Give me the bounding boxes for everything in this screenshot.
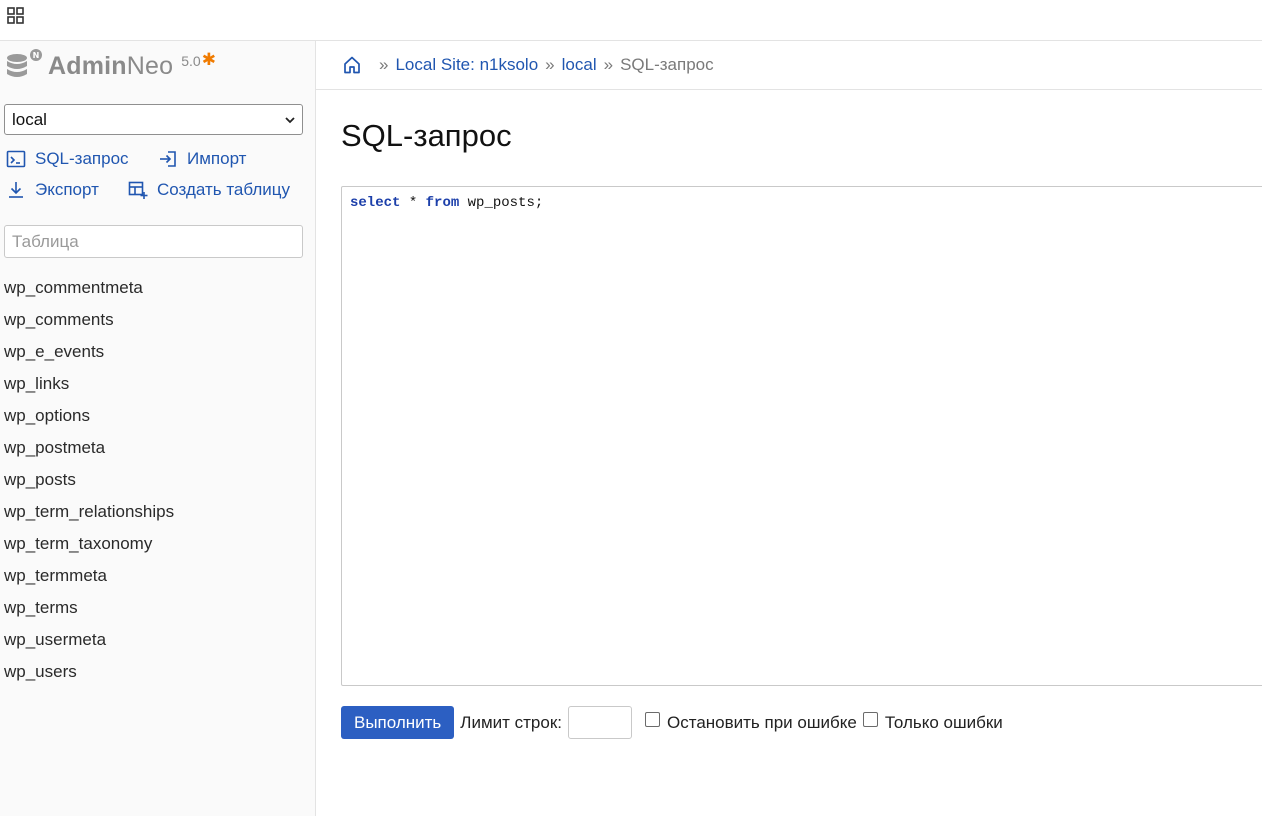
download-icon: [9, 182, 23, 198]
sql-editor[interactable]: select * from wp_posts;: [341, 186, 1262, 686]
query-controls: Выполнить Лимит строк: Остановить при ош…: [341, 706, 1003, 739]
stop-on-error-checkbox[interactable]: Остановить при ошибке: [645, 712, 857, 733]
sql-query-link[interactable]: SQL-запрос: [6, 149, 129, 169]
database-select-value: local: [12, 109, 47, 129]
chevron-down-icon: [285, 117, 295, 124]
version-mark: ✱: [201, 50, 216, 69]
sql-keyword: select: [350, 195, 401, 211]
main-content: » Local Site: n1ksolo » local » SQL-запр…: [316, 40, 1262, 816]
limit-label: Лимит строк:: [460, 712, 562, 732]
breadcrumb-current: SQL-запрос: [620, 55, 714, 74]
table-list: wp_commentmeta wp_comments wp_e_events w…: [4, 274, 174, 690]
breadcrumb: » Local Site: n1ksolo » local » SQL-запр…: [316, 40, 1262, 90]
breadcrumb-separator: »: [545, 55, 555, 74]
execute-button[interactable]: Выполнить: [341, 706, 455, 739]
table-item-wp-options[interactable]: wp_options: [4, 402, 174, 434]
table-item-wp-term-relationships[interactable]: wp_term_relationships: [4, 498, 174, 530]
table-filter-input[interactable]: [4, 225, 303, 258]
brand-name: AdminNeo: [48, 52, 174, 80]
sql-text: *: [400, 195, 426, 211]
import-link[interactable]: Импорт: [158, 149, 246, 169]
table-item-wp-terms[interactable]: wp_terms: [4, 594, 174, 626]
breadcrumb-server-link[interactable]: Local Site: n1ksolo: [395, 55, 538, 75]
export-label: Экспорт: [35, 180, 99, 199]
database-select[interactable]: local: [4, 104, 303, 135]
breadcrumb-separator: »: [603, 55, 614, 74]
export-link[interactable]: Экспорт: [6, 180, 99, 200]
table-item-wp-commentmeta[interactable]: wp_commentmeta: [4, 274, 174, 306]
logo[interactable]: N AdminNeo 5.0 ✱: [6, 49, 216, 81]
table-item-wp-users[interactable]: wp_users: [4, 658, 174, 690]
table-item-wp-e-events[interactable]: wp_e_events: [4, 338, 174, 370]
sql-keyword: from: [425, 195, 460, 211]
apps-grid-icon[interactable]: [6, 6, 26, 26]
only-errors-checkbox[interactable]: Только ошибки: [862, 712, 1003, 733]
version-label: 5.0: [181, 53, 201, 69]
import-label: Импорт: [187, 149, 247, 168]
table-item-wp-termmeta[interactable]: wp_termmeta: [4, 562, 174, 594]
table-item-wp-term-taxonomy[interactable]: wp_term_taxonomy: [4, 530, 174, 562]
create-table-label: Создать таблицу: [157, 180, 291, 199]
table-item-wp-posts[interactable]: wp_posts: [4, 466, 174, 498]
sidebar: N AdminNeo 5.0 ✱ local SQL-запрос Импорт…: [0, 40, 316, 816]
sql-text: wp_posts;: [459, 195, 544, 211]
import-icon: [160, 151, 176, 167]
database-logo-icon: N: [7, 49, 42, 77]
sql-query-label: SQL-запрос: [35, 149, 129, 168]
checkbox-box[interactable]: [645, 712, 660, 727]
table-add-icon: [128, 181, 148, 199]
checkbox-box[interactable]: [862, 712, 878, 727]
home-icon[interactable]: [342, 55, 362, 75]
terminal-icon: [6, 150, 26, 168]
svg-text:N: N: [33, 51, 40, 60]
top-bar: [0, 0, 1262, 32]
table-item-wp-links[interactable]: wp_links: [4, 370, 174, 402]
only-errors-label: Только ошибки: [884, 712, 1003, 732]
stop-on-error-label: Остановить при ошибке: [667, 712, 857, 732]
table-item-wp-usermeta[interactable]: wp_usermeta: [4, 626, 174, 658]
table-item-wp-postmeta[interactable]: wp_postmeta: [4, 434, 174, 466]
breadcrumb-database-link[interactable]: local: [562, 55, 597, 75]
table-item-wp-comments[interactable]: wp_comments: [4, 306, 174, 338]
limit-input[interactable]: [568, 706, 632, 739]
breadcrumb-separator: »: [379, 55, 389, 74]
page-title: SQL-запрос: [341, 118, 512, 153]
create-table-link[interactable]: Создать таблицу: [128, 180, 290, 200]
